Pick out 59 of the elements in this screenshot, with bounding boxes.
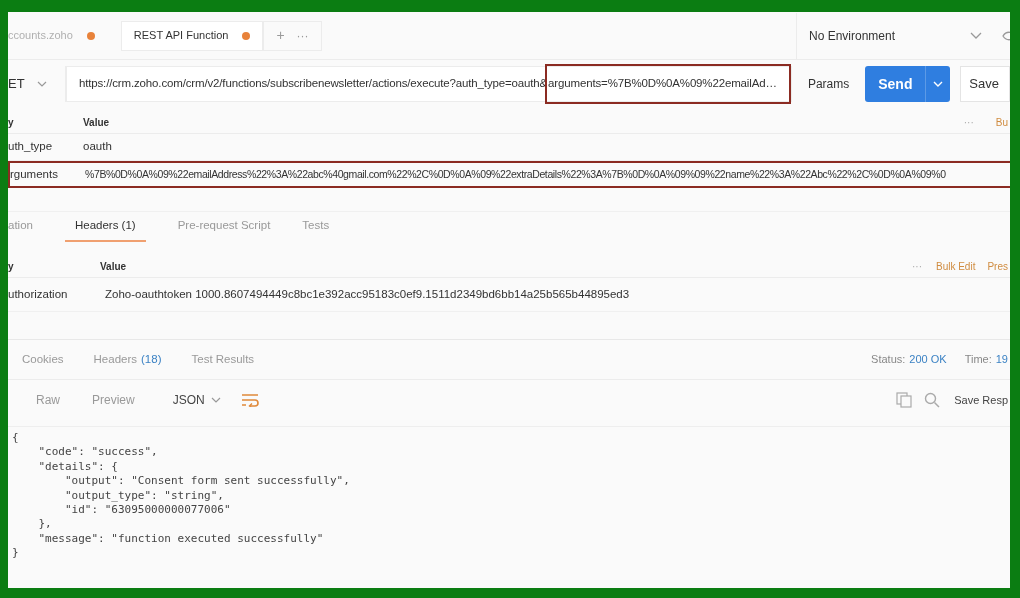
wrap-lines-icon[interactable] [240, 393, 259, 407]
request-tab[interactable]: ccounts.zoho [8, 20, 107, 51]
code-line: } [12, 546, 20, 561]
environment-dropdown[interactable]: No Environment [796, 12, 990, 59]
code-line: "output": "Consent form sent successfully", [63, 474, 351, 489]
code-line: "code": "success", [37, 445, 159, 460]
code-line: "output_type": "string", [63, 488, 225, 504]
response-tab[interactable]: Cookies [22, 350, 64, 369]
column-header: y [8, 260, 15, 274]
highlighted-url-part: arguments=%7B%0D%0A%09%22emailAd… [545, 64, 791, 104]
chevron-down-icon [933, 80, 944, 88]
presets-link[interactable]: Pres [987, 259, 1008, 274]
chevron-down-icon [210, 396, 221, 404]
code-line: }, [37, 517, 53, 532]
chevron-down-icon [970, 31, 982, 40]
params-button[interactable]: Params [795, 66, 862, 102]
chevron-down-icon [36, 80, 47, 88]
send-button[interactable]: Send [865, 66, 926, 102]
code-line: "details": { [37, 459, 119, 475]
more-button[interactable]: ··· [911, 259, 922, 274]
request-section-tab[interactable]: Headers (1) [64, 216, 146, 242]
format-dropdown[interactable]: JSON [172, 391, 221, 409]
table-cell-text: oauth [83, 139, 112, 155]
time-value: 19 [995, 352, 1008, 368]
save-response-button[interactable]: Save Resp [954, 391, 1008, 409]
url-text: https://crm.zoho.com/crm/v2/functions/subscribenewsletter/actions/execute?auth_type=oauth& [78, 76, 548, 92]
bulk-edit-link[interactable]: Bu [995, 115, 1008, 130]
request-section-tab[interactable]: Tests [302, 216, 330, 242]
method-dropdown[interactable]: ET [8, 66, 66, 102]
table-cell-text: uthorization [8, 286, 69, 302]
status-label: Status: [871, 352, 906, 368]
time-label: Time: [964, 352, 992, 368]
status-value: 200 OK [909, 352, 947, 368]
table-cell-text: uth_type [8, 139, 54, 155]
request-section-tab[interactable]: Pre-request Script [177, 216, 271, 242]
more-button[interactable]: ··· [963, 115, 974, 130]
search-icon[interactable] [924, 392, 941, 408]
table-cell-text: %7B%0D%0A%09%22emailAddress%22%3A%22abc%40gmail.com%22%2C%0D%0A%09%22extraDetails%22%3A%7B%0D%0A%09%09%22name%22%3A%22Abc%22%2C%0D%0A%09%0 [85, 166, 946, 182]
request-section-tab[interactable]: ation [8, 216, 33, 242]
column-header: y [8, 116, 15, 130]
view-mode-tab[interactable]: Preview [92, 391, 135, 409]
column-header: Value [83, 116, 110, 130]
copy-icon[interactable] [896, 392, 913, 408]
column-header: Value [100, 260, 127, 274]
url-field[interactable]: https://crm.zoho.com/crm/v2/functions/subscribenewsletter/actions/execute?auth_type=oauth&arguments=%7B%0D%0A%09%22emailAd… [65, 66, 792, 102]
save-button[interactable]: Save [960, 66, 1010, 102]
response-tab[interactable]: Test Results [191, 350, 255, 369]
send-options-button[interactable] [925, 66, 951, 102]
view-mode-tab[interactable]: Raw [36, 391, 60, 409]
request-tab[interactable]: REST API Function [120, 20, 264, 51]
code-line: "message": "function executed successfully" [37, 531, 325, 547]
response-tab[interactable]: Headers (18) [93, 350, 162, 369]
code-line: { [12, 431, 20, 446]
bulk-edit-link[interactable]: Bulk Edit [935, 259, 976, 274]
new-tab-button[interactable]: + [276, 25, 285, 46]
table-cell-text: rguments [10, 166, 59, 182]
table-cell-text: Zoho-oauthtoken 1000.8607494449c8bc1e392acc95183c0ef9.1511d2349bd6bb14a25b565b44895ed3 [105, 286, 630, 302]
more-tabs-button[interactable]: ··· [296, 26, 309, 45]
code-line: "id": "63095000000077006" [63, 503, 232, 518]
